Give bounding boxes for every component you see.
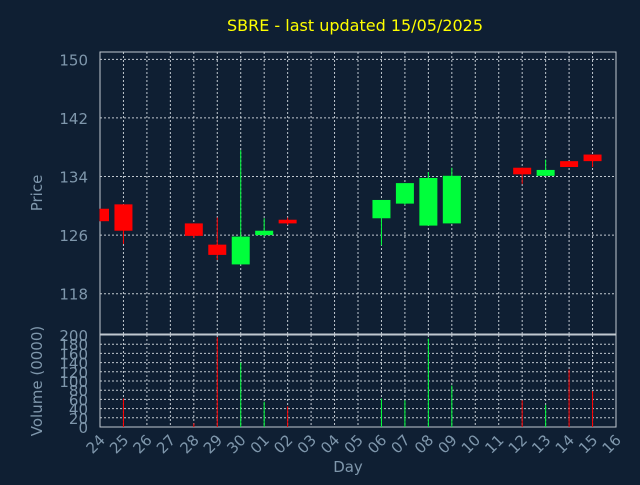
candle-body [208,244,227,255]
price-tick-label: 142 [59,110,88,128]
candle-body [372,199,391,219]
price-tick-label: 126 [59,227,88,245]
candle-body [513,167,532,175]
price-tick-label: 118 [59,286,88,304]
volume-axis-label: Volume (0000) [28,326,46,436]
candle-body [395,183,414,204]
candle-body [231,236,250,265]
candle-body [114,204,133,231]
chart-title: SBRE - last updated 15/05/2025 [227,16,483,35]
day-tick-labels: 2425262728293001020304050607080910111213… [83,431,625,457]
candle-body [536,169,555,176]
volume-tick-label: 200 [59,327,88,345]
candle [395,183,414,206]
candle-body [560,161,579,167]
price-axis-label: Price [28,175,46,212]
price-tick-label: 150 [59,51,88,69]
candle-body [100,208,109,222]
candle-body [583,154,602,162]
candle-body [184,223,203,236]
stock-chart: SBRE - last updated 15/05/2025 118 126 134… [0,0,640,480]
candle [99,208,109,222]
price-tick-label: 134 [59,169,88,187]
candle-body [255,230,274,236]
chart-background [0,0,640,480]
candle [184,223,203,239]
candle [419,172,438,226]
candle-body [278,219,297,224]
candle-body [419,177,438,226]
candle [560,161,579,167]
candle-body [442,175,461,224]
chart-canvas: SBRE - last updated 15/05/2025 118 126 134… [0,0,640,480]
candle [442,167,461,224]
x-axis-label: Day [333,458,363,476]
